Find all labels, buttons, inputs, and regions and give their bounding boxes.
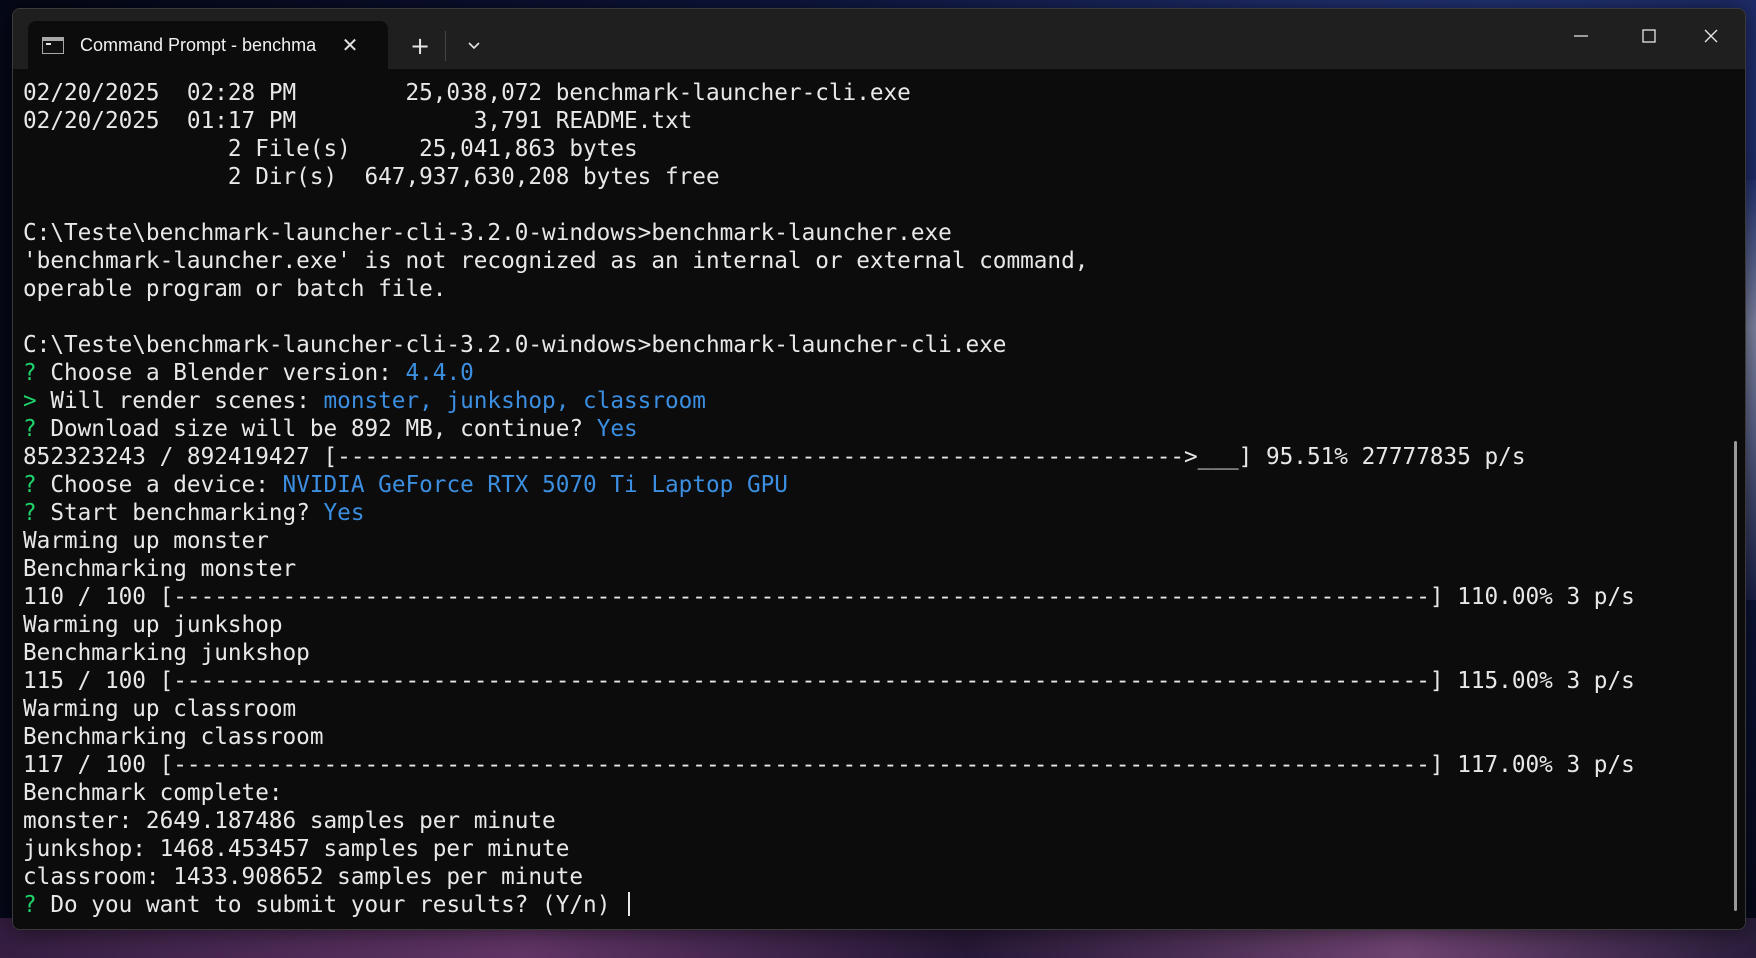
line-text: Warming up junkshop (23, 612, 283, 638)
line-text: Warming up classroom (23, 696, 297, 722)
terminal-window: Command Prompt - benchma ✕ + 02/20/2025 … (12, 8, 1746, 930)
line-text: 'benchmark-launcher.exe' is not recogniz… (23, 248, 1089, 274)
terminal-line: 02/20/2025 02:28 PM 25,038,072 benchmark… (23, 79, 1745, 107)
terminal-line: 'benchmark-launcher.exe' is not recogniz… (23, 247, 1745, 275)
terminal-line: Benchmarking junkshop (23, 639, 1745, 667)
terminal-line: 852323243 / 892419427 [-----------------… (23, 443, 1745, 471)
terminal-output[interactable]: 02/20/2025 02:28 PM 25,038,072 benchmark… (13, 69, 1745, 929)
terminal-line: ? Choose a Blender version: 4.4.0 (23, 359, 1745, 387)
tab-divider (445, 31, 446, 61)
minimize-icon (1574, 35, 1588, 37)
answer-text: monster, junkshop, classroom (323, 388, 706, 414)
title-bar: Command Prompt - benchma ✕ + (13, 9, 1745, 69)
line-text: Will render scenes: (36, 388, 324, 414)
terminal-line: ? Download size will be 892 MB, continue… (23, 415, 1745, 443)
line-text: Benchmarking classroom (23, 724, 324, 750)
line-text: monster: 2649.187486 samples per minute (23, 808, 556, 834)
line-text: Choose a device: (36, 472, 283, 498)
tab-title: Command Prompt - benchma (80, 34, 317, 55)
line-text: 115 / 100 [-----------------------------… (23, 668, 1635, 694)
terminal-line: classroom: 1433.908652 samples per minut… (23, 863, 1745, 891)
close-window-button[interactable] (1677, 9, 1745, 63)
terminal-line: ? Start benchmarking? Yes (23, 499, 1745, 527)
line-text: 117 / 100 [-----------------------------… (23, 752, 1635, 778)
terminal-line: Warming up classroom (23, 695, 1745, 723)
prompt-marker: ? (23, 500, 37, 526)
terminal-line: C:\Teste\benchmark-launcher-cli-3.2.0-wi… (23, 219, 1745, 247)
line-text: 2 File(s) 25,041,863 bytes (23, 136, 638, 162)
tab-dropdown-button[interactable] (457, 29, 491, 63)
terminal-line: operable program or batch file. (23, 275, 1745, 303)
close-icon (1704, 29, 1718, 43)
prompt-marker: ? (23, 892, 37, 918)
line-text: Do you want to submit your results? (Y/n… (36, 892, 625, 918)
text-cursor (628, 892, 631, 916)
terminal-line: ? Choose a device: NVIDIA GeForce RTX 50… (23, 471, 1745, 499)
terminal-line: 117 / 100 [-----------------------------… (23, 751, 1745, 779)
terminal-line: 02/20/2025 01:17 PM 3,791 README.txt (23, 107, 1745, 135)
terminal-line: Warming up monster (23, 527, 1745, 555)
terminal-line: Benchmarking monster (23, 555, 1745, 583)
line-text: 02/20/2025 01:17 PM 3,791 README.txt (23, 108, 693, 134)
line-text: 02/20/2025 02:28 PM 25,038,072 benchmark… (23, 80, 911, 106)
terminal-line: Benchmarking classroom (23, 723, 1745, 751)
terminal-line: 110 / 100 [-----------------------------… (23, 583, 1745, 611)
maximize-icon (1642, 29, 1656, 43)
close-tab-icon[interactable]: ✕ (336, 31, 364, 59)
maximize-button[interactable] (1615, 9, 1683, 63)
prompt-marker: ? (23, 360, 37, 386)
terminal-line: 2 File(s) 25,041,863 bytes (23, 135, 1745, 163)
line-text: 110 / 100 [-----------------------------… (23, 584, 1635, 610)
prompt-marker: > (23, 388, 37, 414)
line-text: classroom: 1433.908652 samples per minut… (23, 864, 584, 890)
terminal-line: Benchmark complete: (23, 779, 1745, 807)
line-text: junkshop: 1468.453457 samples per minute (23, 836, 570, 862)
prompt-marker: ? (23, 416, 37, 442)
terminal-line: Warming up junkshop (23, 611, 1745, 639)
terminal-line: 2 Dir(s) 647,937,630,208 bytes free (23, 163, 1745, 191)
line-text: 852323243 / 892419427 [-----------------… (23, 444, 1526, 470)
answer-text: NVIDIA GeForce RTX 5070 Ti Laptop GPU (282, 472, 788, 498)
line-text: operable program or batch file. (23, 276, 447, 302)
line-text: Warming up monster (23, 528, 269, 554)
minimize-button[interactable] (1547, 9, 1615, 63)
tab-command-prompt[interactable]: Command Prompt - benchma ✕ (28, 21, 388, 69)
chevron-down-icon (468, 42, 480, 50)
terminal-line: > Will render scenes: monster, junkshop,… (23, 387, 1745, 415)
answer-text: Yes (323, 500, 365, 526)
line-text: Start benchmarking? (36, 500, 324, 526)
terminal-line: ? Do you want to submit your results? (Y… (23, 891, 1745, 919)
answer-text: 4.4.0 (405, 360, 474, 386)
line-text: Choose a Blender version: (36, 360, 406, 386)
terminal-icon (42, 36, 64, 54)
terminal-line: monster: 2649.187486 samples per minute (23, 807, 1745, 835)
terminal-line: 115 / 100 [-----------------------------… (23, 667, 1745, 695)
line-text: C:\Teste\benchmark-launcher-cli-3.2.0-wi… (23, 220, 952, 246)
terminal-line: junkshop: 1468.453457 samples per minute (23, 835, 1745, 863)
terminal-line: C:\Teste\benchmark-launcher-cli-3.2.0-wi… (23, 331, 1745, 359)
line-text: Benchmarking monster (23, 556, 297, 582)
scrollbar[interactable] (1734, 441, 1737, 911)
prompt-marker: ? (23, 472, 37, 498)
line-text: Benchmarking junkshop (23, 640, 310, 666)
new-tab-button[interactable]: + (403, 29, 437, 63)
line-text: Benchmark complete: (23, 780, 283, 806)
line-text: 2 Dir(s) 647,937,630,208 bytes free (23, 164, 720, 190)
answer-text: Yes (596, 416, 638, 442)
line-text: C:\Teste\benchmark-launcher-cli-3.2.0-wi… (23, 332, 1007, 358)
line-text: Download size will be 892 MB, continue? (36, 416, 597, 442)
